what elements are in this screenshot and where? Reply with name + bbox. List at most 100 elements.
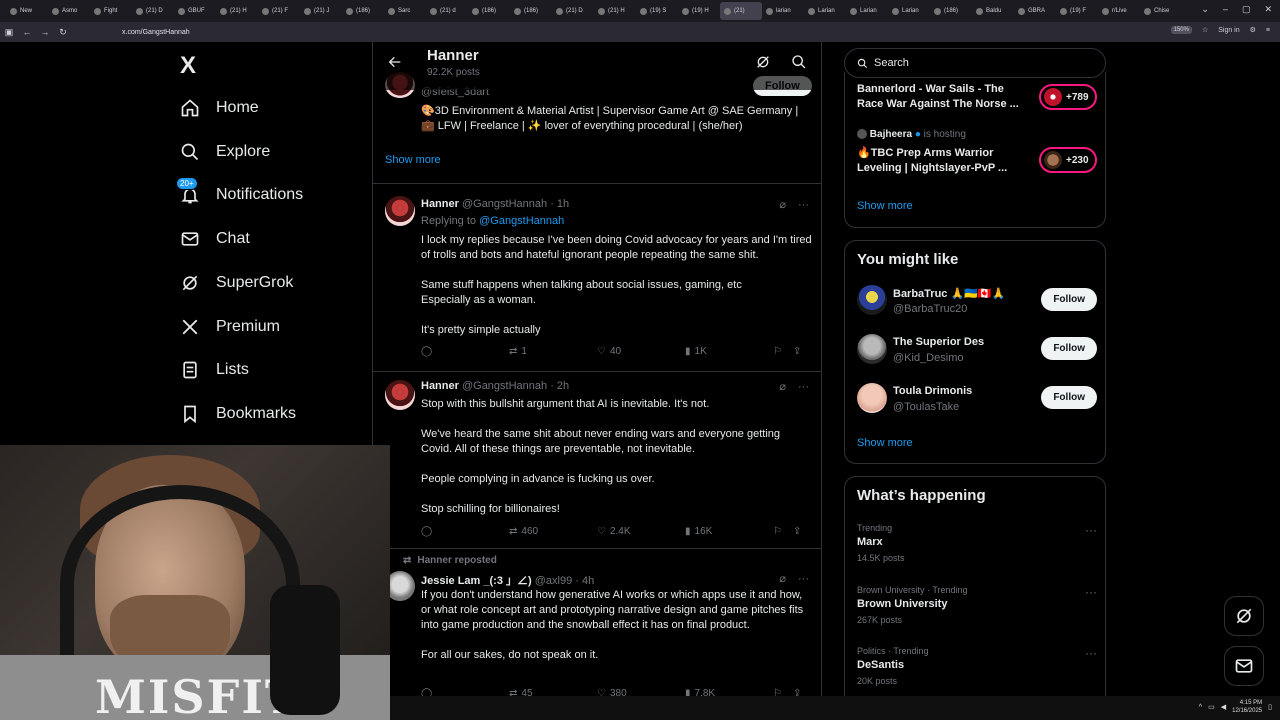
browser-tab[interactable]: (19) F <box>1056 2 1098 20</box>
suggestion-name[interactable]: BarbaTruc 🙏🇺🇦🇨🇦🙏 <box>893 287 1005 300</box>
browser-tab[interactable]: (21) J <box>300 2 342 20</box>
space-item[interactable]: Bajheera ● is hosting 🔥TBC Prep Arms War… <box>857 129 1097 176</box>
suggestion-name[interactable]: The Superior Des <box>893 336 984 348</box>
browser-tab[interactable]: (19) S <box>636 2 678 20</box>
browser-tab[interactable]: (186) <box>468 2 510 20</box>
replying-to-link[interactable]: @GangstHannah <box>479 215 564 227</box>
share-icon[interactable]: ⇪ <box>793 346 813 357</box>
follow-button[interactable]: Follow <box>1041 337 1097 360</box>
nav-item-lists[interactable]: Lists <box>178 356 249 384</box>
show-more-link[interactable]: Show more <box>857 437 913 449</box>
browser-tab[interactable]: (186) <box>342 2 384 20</box>
minimize-icon[interactable]: – <box>1223 4 1228 15</box>
grok-icon[interactable] <box>755 54 771 75</box>
reply-button[interactable]: ◯ <box>421 526 509 537</box>
tweet-author-name[interactable]: Jessie Lam _(:3 」∠) <box>421 575 532 587</box>
network-icon[interactable]: ▭ <box>1208 703 1215 711</box>
trend-name[interactable]: Marx <box>857 536 1097 548</box>
tab-list-icon[interactable]: ⌄ <box>1201 4 1209 15</box>
forward-arrow-icon[interactable]: → <box>36 27 54 37</box>
avatar[interactable] <box>857 383 887 413</box>
browser-tab[interactable]: GBUF <box>174 2 216 20</box>
tweet[interactable]: Hanner @GangstHannah · 2h ⌀ ··· Stop wit… <box>373 372 821 549</box>
space-listener-pill[interactable]: +230 <box>1039 147 1097 173</box>
trend-name[interactable]: DeSantis <box>857 659 1097 671</box>
reload-icon[interactable]: ↻ <box>54 27 72 38</box>
tweet-author-handle[interactable]: @axl99 · 4h <box>535 575 594 587</box>
more-options-icon[interactable]: ··· <box>798 573 809 585</box>
views-button[interactable]: ▮ 1K <box>685 346 773 357</box>
tweet-author-handle[interactable]: @GangstHannah · 1h <box>462 198 569 210</box>
notification-center-icon[interactable]: ▯ <box>1268 703 1272 711</box>
search-icon[interactable] <box>791 54 807 75</box>
extensions-icon[interactable]: ⚙ <box>1250 26 1256 34</box>
browser-tab[interactable]: (186) <box>930 2 972 20</box>
grok-button[interactable] <box>1224 596 1264 636</box>
zoom-level[interactable]: 150% <box>1170 26 1192 34</box>
browser-tab[interactable]: (21) F <box>258 2 300 20</box>
messages-button[interactable] <box>1224 646 1264 686</box>
more-options-icon[interactable]: ··· <box>1085 523 1097 537</box>
browser-tab[interactable]: Sarc <box>384 2 426 20</box>
address-bar[interactable]: x.com/GangstHannah <box>122 29 190 36</box>
back-arrow-icon[interactable] <box>387 54 403 75</box>
nav-item-premium[interactable]: Premium <box>178 313 280 341</box>
space-listener-pill[interactable]: +789 <box>1039 84 1097 110</box>
browser-tab[interactable]: larian <box>762 2 804 20</box>
browser-tab[interactable]: Larian <box>888 2 930 20</box>
browser-tab[interactable]: New <box>6 2 48 20</box>
avatar[interactable] <box>385 196 415 226</box>
like-button[interactable]: ♡ 2.4K <box>597 526 685 537</box>
trend-item[interactable]: Politics · Trending DeSantis 20K posts ·… <box>857 646 1097 686</box>
avatar[interactable] <box>857 285 887 315</box>
maximize-icon[interactable]: ▢ <box>1242 4 1251 15</box>
clock[interactable]: 4:15 PM 12/16/2025 <box>1232 699 1262 715</box>
grok-icon[interactable]: ⌀ <box>779 380 786 393</box>
browser-tab[interactable]: Asmo <box>48 2 90 20</box>
follow-button[interactable]: Follow <box>1041 386 1097 409</box>
tray-chevron-icon[interactable]: ^ <box>1199 704 1202 711</box>
browser-tab[interactable]: Larian <box>804 2 846 20</box>
tweet-author-handle[interactable]: @GangstHannah · 2h <box>462 380 569 392</box>
browser-tab[interactable]: r/Live <box>1098 2 1140 20</box>
browser-tab[interactable]: Baldu <box>972 2 1014 20</box>
browser-tab[interactable]: (21) D <box>552 2 594 20</box>
sidebar-toggle-icon[interactable]: ▣ <box>0 27 18 38</box>
suggestion-handle[interactable]: @Kid_Desimo <box>893 352 963 364</box>
space-title[interactable]: 🔥TBC Prep Arms Warrior Leveling | Nights… <box>857 146 1027 176</box>
sign-in-button[interactable]: Sign in <box>1218 27 1239 34</box>
volume-icon[interactable]: ◀ <box>1221 703 1226 711</box>
space-title[interactable]: Bannerlord - War Sails - The Race War Ag… <box>857 82 1027 112</box>
main-timeline[interactable]: Hanner 92.2K posts Follow @sfeist_3dart … <box>372 42 822 720</box>
follow-button[interactable]: Follow <box>1041 288 1097 311</box>
browser-tab[interactable]: (21) d <box>426 2 468 20</box>
follow-suggestion[interactable]: The Superior Des @Kid_Desimo Follow <box>857 334 1097 370</box>
browser-tab[interactable]: (186) <box>510 2 552 20</box>
browser-tab[interactable]: Fight <box>90 2 132 20</box>
tweet-author-name[interactable]: Hanner <box>421 380 459 392</box>
nav-item-home[interactable]: Home <box>178 94 259 122</box>
tweet[interactable]: Hanner @GangstHannah · 1h ⌀ ··· Replying… <box>373 184 821 372</box>
browser-tab[interactable]: GBRA <box>1014 2 1056 20</box>
nav-item-explore[interactable]: Explore <box>178 138 270 166</box>
bookmark-icon[interactable]: ⚐ <box>773 526 793 537</box>
avatar[interactable] <box>385 380 415 410</box>
follow-suggestion[interactable]: Toula Drimonis @ToulasTake Follow <box>857 383 1097 419</box>
nav-item-supergrok[interactable]: SuperGrok <box>178 269 293 297</box>
follow-suggestion[interactable]: BarbaTruc 🙏🇺🇦🇨🇦🙏 @BarbaTruc20 Follow <box>857 285 1097 321</box>
trend-item[interactable]: Brown University · Trending Brown Univer… <box>857 585 1097 625</box>
nav-item-bookmarks[interactable]: Bookmarks <box>178 400 296 428</box>
grok-icon[interactable]: ⌀ <box>779 198 786 211</box>
close-window-icon[interactable]: ✕ <box>1264 4 1272 15</box>
bookmark-icon[interactable]: ⚐ <box>773 346 793 357</box>
tweet[interactable]: ⇄ Hanner reposted Jessie Lam _(:3 」∠) @a… <box>373 549 821 720</box>
reply-button[interactable]: ◯ <box>421 346 509 357</box>
repost-button[interactable]: ⇄ 460 <box>509 526 597 537</box>
more-options-icon[interactable]: ··· <box>1085 585 1097 599</box>
suggestion-handle[interactable]: @ToulasTake <box>893 401 959 413</box>
browser-tab[interactable]: Chise <box>1140 2 1182 20</box>
repost-button[interactable]: ⇄ 1 <box>509 346 597 357</box>
trend-name[interactable]: Brown University <box>857 598 1097 610</box>
avatar[interactable] <box>857 334 887 364</box>
browser-tab[interactable]: (19) H <box>678 2 720 20</box>
